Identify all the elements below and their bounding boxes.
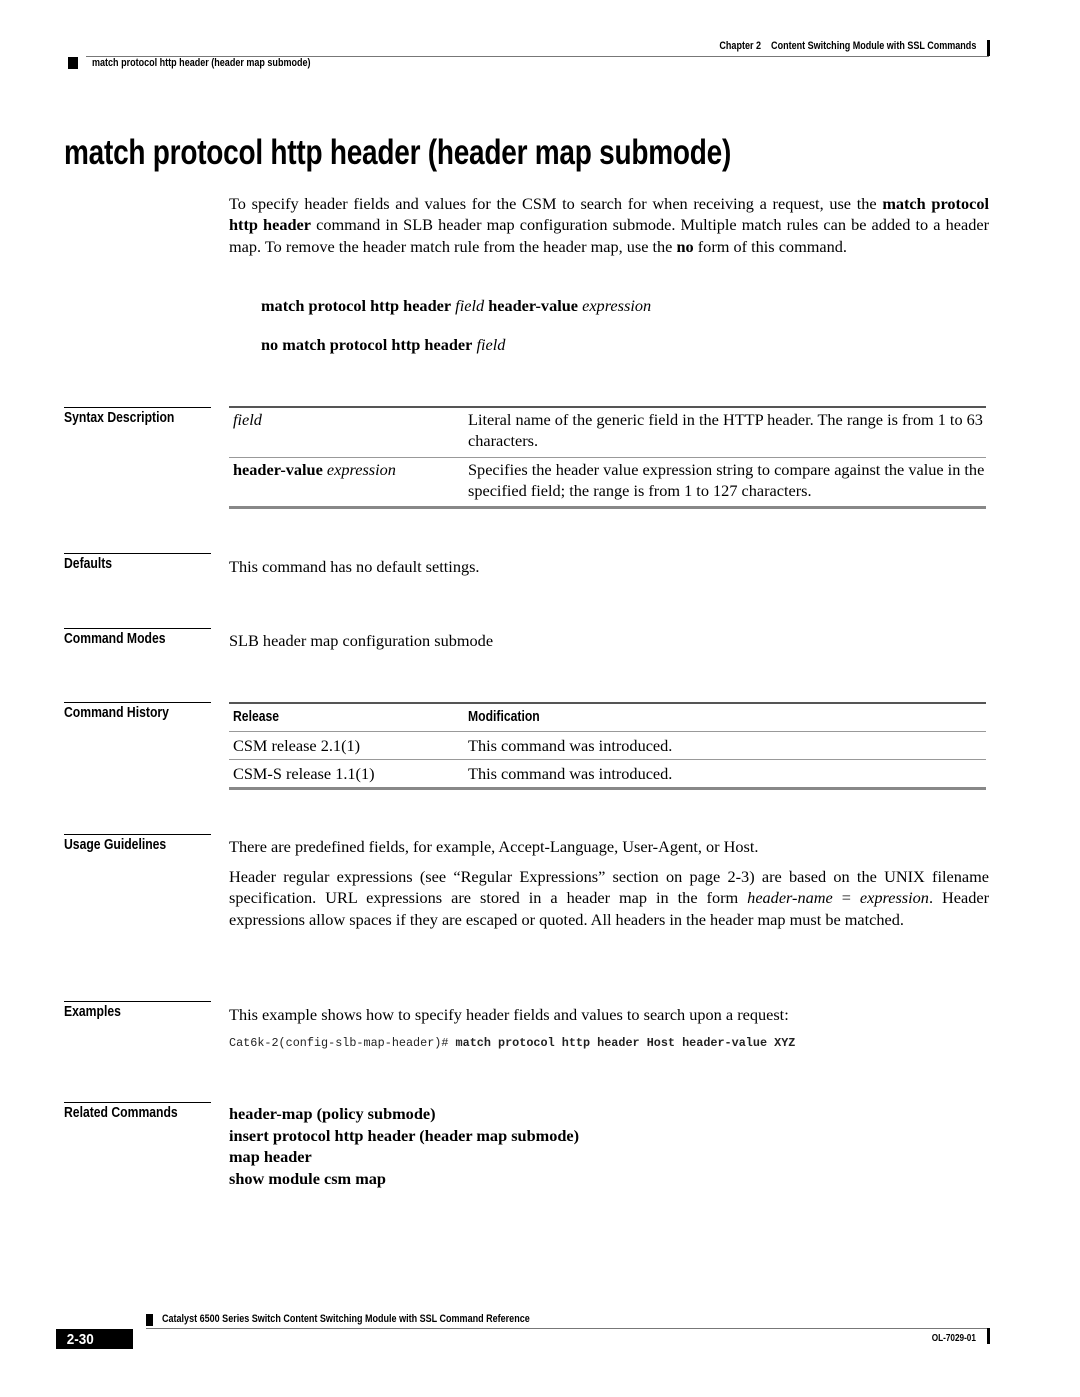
page-number-badge: 2-30 bbox=[56, 1329, 133, 1349]
chapter-label: Chapter 2 bbox=[719, 40, 761, 52]
section-label-examples: Examples bbox=[64, 1001, 211, 1021]
footer-marker-square bbox=[146, 1314, 153, 1326]
related-command-link[interactable]: show module csm map bbox=[229, 1168, 386, 1189]
related-command-link[interactable]: map header bbox=[229, 1146, 312, 1167]
example-code: Cat6k-2(config-slb-map-header)# match pr… bbox=[229, 1036, 795, 1050]
argument-description: Literal name of the generic field in the… bbox=[468, 410, 983, 451]
table-header-row: Release Modification bbox=[229, 704, 986, 732]
column-header-release: Release bbox=[233, 709, 280, 725]
table-row: CSM release 2.1(1) This command was intr… bbox=[229, 732, 986, 760]
running-head: match protocol http header (header map s… bbox=[92, 57, 311, 69]
usage-paragraph-2: Header regular expressions (see “Regular… bbox=[229, 867, 989, 929]
section-label-command-history: Command History bbox=[64, 702, 211, 722]
table-row: field Literal name of the generic field … bbox=[229, 408, 986, 458]
section-label-related-commands: Related Commands bbox=[64, 1102, 211, 1122]
modification-cell: This command was introduced. bbox=[468, 764, 673, 783]
footer-vertical-bar bbox=[987, 1328, 990, 1344]
section-label-command-modes: Command Modes bbox=[64, 628, 211, 648]
intro-paragraph: To specify header fields and values for … bbox=[229, 194, 990, 256]
command-syntax: match protocol http header field header-… bbox=[261, 296, 652, 315]
document-number: OL-7029-01 bbox=[931, 1333, 976, 1344]
related-command-link[interactable]: insert protocol http header (header map … bbox=[229, 1125, 579, 1146]
footer-rule bbox=[146, 1328, 989, 1329]
argument-description: Specifies the header value expression st… bbox=[468, 459, 985, 500]
argument: field bbox=[233, 410, 262, 429]
release-cell: CSM-S release 1.1(1) bbox=[233, 764, 375, 783]
related-command-link[interactable]: header-map (policy submode) bbox=[229, 1103, 436, 1124]
section-label-syntax-description: Syntax Description bbox=[64, 407, 211, 427]
defaults-text: This command has no default settings. bbox=[229, 557, 480, 576]
chapter-title: Content Switching Module with SSL Comman… bbox=[770, 40, 976, 52]
release-cell: CSM release 2.1(1) bbox=[233, 736, 361, 755]
syntax-description-table: field Literal name of the generic field … bbox=[229, 406, 986, 510]
no-command-syntax: no match protocol http header field bbox=[261, 335, 506, 354]
running-header-chapter: Chapter 2 Content Switching Module with … bbox=[560, 40, 976, 52]
command-modes-text: SLB header map configuration submode bbox=[229, 631, 494, 650]
argument: header-value expression bbox=[233, 459, 396, 479]
table-row: header-value expression Specifies the he… bbox=[229, 458, 986, 507]
section-label-defaults: Defaults bbox=[64, 553, 211, 573]
cli-command: match protocol http header Host header-v… bbox=[455, 1036, 796, 1050]
page-title: match protocol http header (header map s… bbox=[64, 133, 732, 172]
section-label-usage-guidelines: Usage Guidelines bbox=[64, 834, 211, 854]
cli-prompt: Cat6k-2(config-slb-map-header)# bbox=[229, 1036, 456, 1050]
header-marker-square bbox=[68, 57, 78, 69]
modification-cell: This command was introduced. bbox=[468, 736, 673, 755]
examples-intro: This example shows how to specify header… bbox=[229, 1005, 789, 1024]
column-header-modification: Modification bbox=[468, 709, 540, 725]
inline-keyword: no bbox=[676, 236, 694, 256]
usage-paragraph-1: There are predefined fields, for example… bbox=[229, 837, 759, 856]
command-history-table: Release Modification CSM release 2.1(1) … bbox=[229, 702, 986, 790]
header-vertical-bar bbox=[987, 40, 990, 56]
footer-book-title: Catalyst 6500 Series Switch Content Swit… bbox=[162, 1313, 530, 1325]
table-row: CSM-S release 1.1(1) This command was in… bbox=[229, 760, 986, 787]
